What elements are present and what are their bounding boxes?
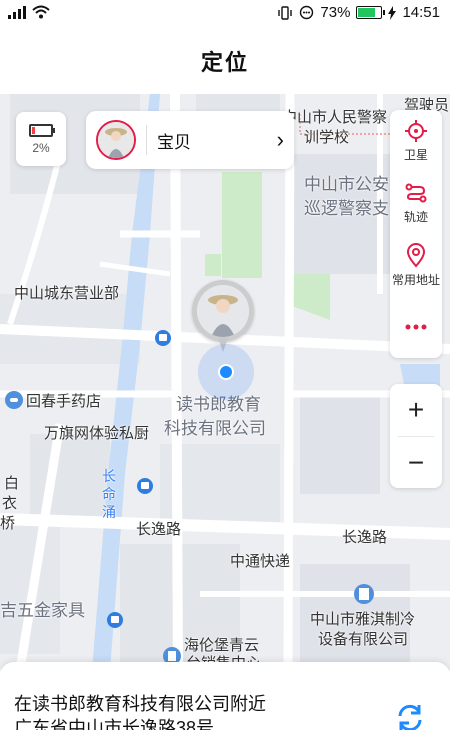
satellite-label: 卫星 (403, 148, 428, 162)
map-label-patrol: 中山市公安 (304, 175, 389, 194)
map-label-baiyi: 白 (4, 475, 20, 492)
map-label-changming: 命 (102, 486, 116, 502)
page-title: 定位 (200, 50, 249, 75)
map-label-patrol: 巡逻警察支 (304, 199, 389, 218)
pharmacy-icon (5, 391, 23, 409)
device-location-marker[interactable] (192, 280, 254, 342)
page-header: 定位 (0, 28, 450, 94)
device-avatar (96, 120, 136, 160)
status-left (8, 5, 50, 19)
map-label-furniture: 吉五金家具 (0, 601, 85, 620)
device-battery-level: 2% (32, 140, 50, 155)
building-icon (354, 584, 374, 604)
location-accuracy-circle (198, 344, 254, 400)
frequent-address-label: 常用地址 (391, 273, 440, 287)
map-label-yaqi: 设备有限公司 (318, 631, 409, 648)
charging-icon (388, 5, 397, 20)
track-route-icon (405, 183, 427, 203)
bus-stop-icon (107, 612, 123, 628)
frequent-address-button[interactable]: 常用地址 (390, 234, 442, 296)
address-nearby: 在读书郎教育科技有限公司附近 (14, 694, 266, 714)
dnd-icon (300, 5, 314, 20)
map-label-changming: 涌 (102, 504, 116, 520)
satellite-crosshair-icon (405, 120, 427, 142)
battery-icon (356, 6, 386, 19)
map-label-baiyi: 衣 (2, 495, 18, 512)
map-label-company: 科技有限公司 (164, 419, 266, 438)
clock: 14:51 (402, 4, 440, 21)
device-selector[interactable]: 宝贝 › (86, 111, 294, 169)
status-right: 73% 14:51 (277, 4, 440, 21)
child-avatar-icon (98, 122, 134, 158)
map-label-police-school: 训学校 (304, 129, 350, 146)
map-label-wanqi: 万旗网体验私厨 (44, 425, 150, 442)
zoom-controls: + − (390, 384, 442, 488)
more-dots-icon (405, 324, 427, 330)
vibrate-icon (278, 5, 293, 20)
divider (146, 125, 147, 155)
address-sheet: 在读书郎教育科技有限公司附近 广东省中山市长逸路38号 (0, 662, 450, 730)
map-label-changming: 长 (102, 468, 116, 484)
map-toolbar: 卫星 轨迹 常用地址 (390, 110, 442, 358)
map-label-zto: 中通快递 (230, 553, 291, 570)
map-label-east-branch: 中山城东营业部 (14, 285, 120, 302)
device-battery-card: 2% (16, 112, 66, 166)
status-bar: 73% 14:51 (0, 0, 450, 28)
location-pin-icon (406, 243, 426, 268)
more-button[interactable] (390, 296, 442, 358)
map-label-baiyi: 桥 (0, 515, 16, 532)
map-label-yaqi: 中山市雅淇制冷 (310, 611, 416, 628)
zoom-out-button[interactable]: − (390, 437, 442, 489)
wifi-icon (32, 5, 50, 19)
track-label: 轨迹 (403, 210, 428, 224)
track-button[interactable]: 轨迹 (390, 172, 442, 234)
bus-stop-icon (155, 330, 171, 346)
refresh-location-icon[interactable] (392, 700, 428, 730)
bus-stop-icon (137, 478, 153, 494)
zoom-in-button[interactable]: + (390, 384, 442, 436)
device-name: 宝贝 (157, 132, 191, 152)
battery-percent: 73% (320, 4, 351, 21)
map-label-changyi-road: 长逸路 (342, 529, 388, 546)
address-full: 广东省中山市长逸路38号 (14, 718, 215, 730)
satellite-button[interactable]: 卫星 (390, 110, 442, 172)
current-location-dot (218, 364, 234, 380)
map-label-changyi-road: 长逸路 (136, 521, 182, 538)
child-avatar-icon (197, 285, 249, 337)
map-label-pharmacy: 回春手药店 (26, 393, 102, 410)
screen: 73% 14:51 定位 中山市人民警察 训学校 驾驶员 中山市公安 巡逻警察支… (0, 0, 450, 730)
low-battery-icon (29, 123, 55, 137)
map-label-police-school: 中山市人民警察 (282, 109, 388, 126)
signal-icon (8, 5, 26, 19)
marker-avatar (197, 285, 249, 337)
chevron-right-icon: › (276, 127, 284, 152)
